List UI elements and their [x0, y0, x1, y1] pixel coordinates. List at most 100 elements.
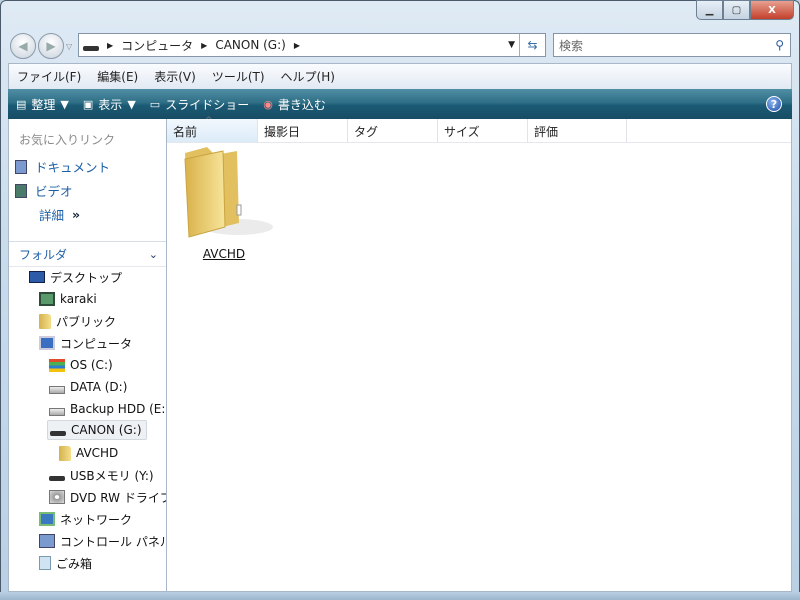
double-chevron-icon: »	[72, 207, 81, 222]
tree-label: OS (C:)	[70, 358, 113, 372]
organize-label: 整理	[31, 97, 56, 112]
maximize-button[interactable]: ▢	[723, 0, 750, 20]
menu-help[interactable]: ヘルプ(H)	[281, 68, 335, 85]
menu-file[interactable]: ファイル(F)	[17, 68, 81, 85]
column-size[interactable]: サイズ	[438, 119, 528, 142]
tree-label: コンピュータ	[60, 336, 133, 351]
folder-large-icon	[184, 147, 273, 238]
burn-button[interactable]: ◉ 書き込む	[263, 96, 326, 113]
column-headers: ^ 名前 撮影日 タグ サイズ 評価	[167, 116, 791, 143]
video-icon	[15, 183, 27, 198]
tree-label: ネットワーク	[60, 512, 133, 527]
hard-drive-icon	[49, 385, 65, 394]
column-rating[interactable]: 評価	[528, 119, 627, 142]
slideshow-label: スライドショー	[165, 97, 250, 112]
tree-item-data-d[interactable]: DATA (D:)	[49, 377, 127, 397]
link-more[interactable]: 詳細 »	[39, 205, 80, 224]
chevron-right-icon[interactable]: ▶	[107, 41, 113, 50]
dropdown-icon: ▼	[127, 97, 136, 111]
tree-label: USBメモリ (Y:)	[70, 468, 154, 483]
link-videos[interactable]: ビデオ	[15, 181, 73, 200]
tree-item-usb-y[interactable]: USBメモリ (Y:)	[49, 465, 154, 485]
tree-label: DATA (D:)	[70, 380, 128, 394]
search-input[interactable]: 検索 ⚲	[553, 33, 791, 57]
column-label: 撮影日	[264, 125, 301, 139]
computer-icon	[39, 336, 55, 350]
tree-item-canon-g[interactable]: CANON (G:)	[47, 420, 147, 440]
address-bar[interactable]: ▶ コンピュータ ▶ CANON (G:) ▶ ▼ ⇆	[78, 33, 546, 57]
hard-drive-icon	[49, 407, 65, 416]
burn-label: 書き込む	[277, 97, 326, 112]
column-label: 名前	[173, 125, 198, 139]
dvd-drive-icon	[49, 490, 65, 504]
tree-item-control-panel[interactable]: コントロール パネル	[39, 531, 166, 551]
dropdown-icon: ▼	[60, 97, 69, 111]
sort-ascending-icon: ^	[205, 116, 213, 126]
tree-item-public[interactable]: パブリック	[39, 311, 116, 331]
tree-label: コントロール パネル	[60, 534, 166, 549]
search-icon[interactable]: ⚲	[775, 38, 784, 52]
navigation-buttons: ◀ ▶ ▽	[10, 33, 72, 59]
folder-icon	[59, 445, 71, 461]
desktop-icon	[29, 271, 45, 283]
views-button[interactable]: ▣ 表示 ▼	[83, 96, 136, 113]
breadcrumb-canon[interactable]: CANON (G:)	[215, 38, 286, 52]
tree-item-karaki[interactable]: karaki	[39, 289, 97, 309]
views-label: 表示	[98, 97, 123, 112]
burn-disc-icon: ◉	[263, 97, 273, 111]
help-icon[interactable]: ?	[766, 96, 782, 112]
folders-title: フォルダ	[19, 247, 68, 262]
caption-buttons: ▁ ▢ X	[696, 0, 794, 20]
menu-view[interactable]: 表示(V)	[154, 68, 196, 85]
recent-pages-dropdown[interactable]: ▽	[66, 42, 72, 59]
column-tags[interactable]: タグ	[348, 119, 438, 142]
slideshow-button[interactable]: ▭ スライドショー	[150, 96, 249, 113]
control-panel-icon	[39, 534, 55, 548]
removable-drive-icon	[50, 430, 66, 436]
column-label: サイズ	[444, 125, 480, 139]
forward-button[interactable]: ▶	[38, 33, 64, 59]
navigation-pane: お気に入りリンク ドキュメント ビデオ 詳細 » フォルダ ⌄ デスクトップ kar…	[8, 119, 167, 592]
column-label: タグ	[354, 125, 379, 139]
network-icon	[39, 512, 55, 526]
tree-item-backup-e[interactable]: Backup HDD (E:)	[49, 399, 166, 419]
menu-tools[interactable]: ツール(T)	[212, 68, 265, 85]
address-dropdown-icon[interactable]: ▼	[508, 40, 515, 50]
breadcrumb-computer[interactable]: コンピュータ	[121, 37, 193, 54]
search-placeholder: 検索	[559, 38, 584, 53]
removable-drive-icon	[49, 475, 65, 481]
folder-icon	[39, 313, 51, 329]
organize-button[interactable]: ▤ 整理 ▼	[16, 96, 69, 113]
recycle-bin-icon	[39, 556, 51, 570]
column-name[interactable]: ^ 名前	[167, 116, 258, 142]
tree-item-recycle-bin[interactable]: ごみ箱	[39, 553, 92, 573]
minimize-button[interactable]: ▁	[696, 0, 723, 20]
folders-header[interactable]: フォルダ ⌄	[9, 241, 166, 267]
tree-label: AVCHD	[76, 446, 119, 460]
tree-item-dvd[interactable]: DVD RW ドライブ	[49, 487, 166, 507]
close-button[interactable]: X	[750, 0, 794, 20]
tree-item-os-c[interactable]: OS (C:)	[49, 355, 113, 375]
link-documents[interactable]: ドキュメント	[15, 157, 110, 176]
tree-label: Backup HDD (E:)	[70, 402, 166, 416]
menu-edit[interactable]: 編集(E)	[97, 68, 138, 85]
link-label: 詳細	[39, 208, 65, 223]
tree-item-avchd[interactable]: AVCHD	[59, 443, 118, 463]
tree-label: デスクトップ	[50, 270, 123, 285]
slideshow-icon: ▭	[149, 97, 161, 111]
refresh-icon[interactable]: ⇆	[519, 34, 545, 56]
link-label: ビデオ	[35, 184, 73, 199]
chevron-down-icon[interactable]: ⌄	[149, 248, 158, 261]
file-list: ^ 名前 撮影日 タグ サイズ 評価 AVCHD	[167, 116, 792, 592]
back-button[interactable]: ◀	[10, 33, 36, 59]
tree-item-network[interactable]: ネットワーク	[39, 509, 132, 529]
tree-item-computer[interactable]: コンピュータ	[39, 333, 132, 353]
link-label: ドキュメント	[35, 160, 111, 175]
command-bar: ▤ 整理 ▼ ▣ 表示 ▼ ▭ スライドショー ◉ 書き込む ?	[8, 89, 792, 119]
tree-label: karaki	[60, 292, 97, 306]
column-date-taken[interactable]: 撮影日	[258, 119, 348, 142]
chevron-right-icon[interactable]: ▶	[294, 41, 300, 50]
file-name: AVCHD	[202, 247, 246, 261]
tree-item-desktop[interactable]: デスクトップ	[29, 267, 122, 287]
chevron-right-icon[interactable]: ▶	[201, 41, 207, 50]
